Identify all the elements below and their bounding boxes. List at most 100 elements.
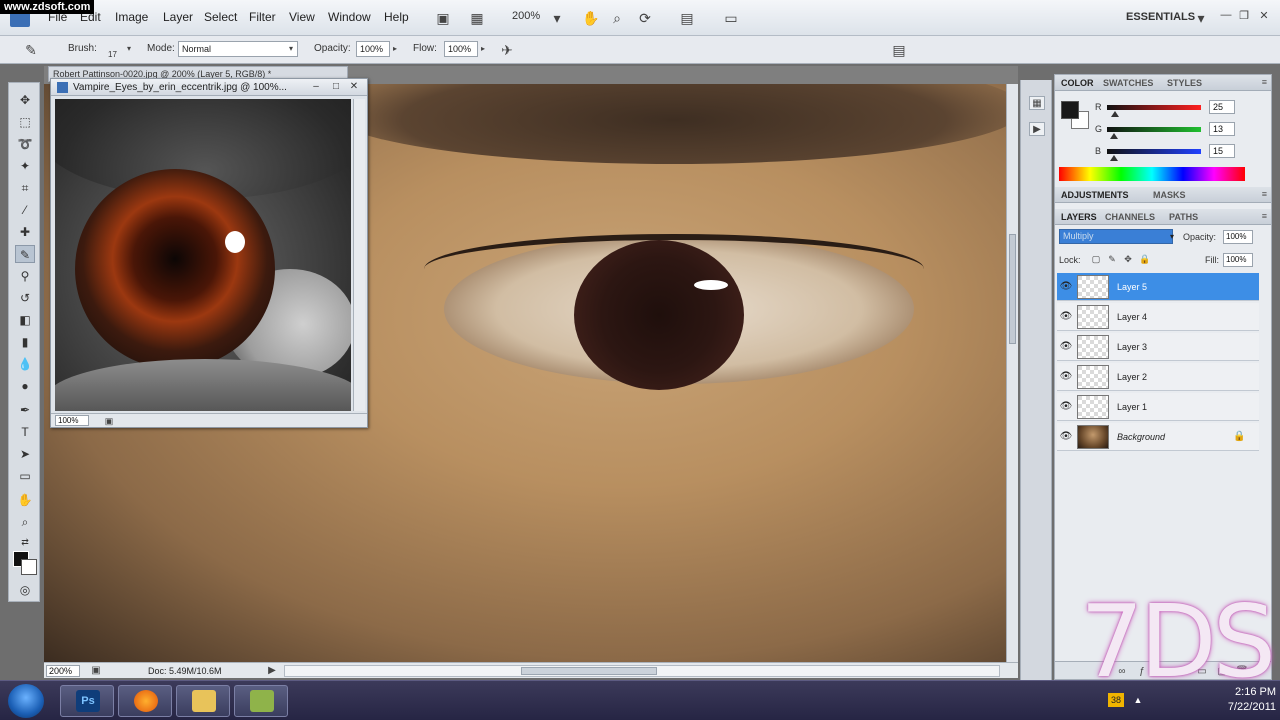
quick-mask-icon[interactable]: ◎: [15, 581, 35, 599]
document-size[interactable]: Doc: 5.49M/10.6M: [148, 666, 222, 676]
brush-picker-arrow-icon[interactable]: ▾: [124, 41, 134, 57]
maximize-icon[interactable]: □: [329, 80, 343, 94]
visibility-eye-icon[interactable]: 👁: [1059, 340, 1073, 354]
menu-select[interactable]: Select: [204, 10, 237, 24]
floating-vertical-scrollbar[interactable]: [353, 99, 365, 411]
path-selection-tool-icon[interactable]: ➤: [15, 445, 35, 463]
background-color-swatch[interactable]: [21, 559, 37, 575]
floating-document-window[interactable]: Vampire_Eyes_by_erin_eccentrik.jpg @ 100…: [50, 78, 368, 428]
taskbar-photoshop-button[interactable]: Ps: [60, 685, 114, 717]
visibility-eye-icon[interactable]: 👁: [1059, 430, 1073, 444]
close-icon[interactable]: ✕: [1256, 9, 1272, 23]
arrange-documents-icon[interactable]: ▤: [678, 9, 696, 27]
airbrush-icon[interactable]: ✈: [498, 41, 516, 59]
horizontal-scrollbar[interactable]: [284, 665, 1000, 677]
move-tool-icon[interactable]: ✥: [15, 91, 35, 109]
workspace-switcher[interactable]: ESSENTIALS: [1126, 11, 1195, 23]
menu-filter[interactable]: Filter: [249, 10, 276, 24]
minimize-icon[interactable]: –: [309, 80, 323, 94]
blend-mode-select[interactable]: Multiply: [1059, 229, 1173, 244]
system-clock[interactable]: 2:16 PM 7/22/2011: [1200, 685, 1276, 715]
type-tool-icon[interactable]: T: [15, 423, 35, 441]
tray-app-icon[interactable]: 38: [1108, 693, 1124, 707]
floating-status-icon[interactable]: ▣: [103, 412, 115, 426]
start-button[interactable]: [8, 684, 44, 718]
tab-masks[interactable]: MASKS: [1153, 190, 1186, 200]
brush-tool-icon[interactable]: ✎: [15, 245, 35, 263]
blend-mode-dropdown-icon[interactable]: ▾: [1167, 229, 1177, 244]
visibility-eye-icon[interactable]: 👁: [1059, 370, 1073, 384]
color-spectrum-ramp[interactable]: [1059, 167, 1245, 181]
opacity-slider-arrow-icon[interactable]: ▸: [390, 41, 400, 57]
red-slider-marker[interactable]: [1111, 111, 1119, 117]
zoom-dropdown-arrow-icon[interactable]: ▾: [548, 9, 566, 27]
green-channel-slider[interactable]: [1107, 127, 1201, 132]
floating-zoom-field[interactable]: 100%: [55, 415, 89, 426]
reference-eye-image[interactable]: [55, 99, 351, 411]
opacity-field[interactable]: 100%: [356, 41, 390, 57]
taskbar-firefox-button[interactable]: [118, 685, 172, 717]
vertical-scroll-thumb[interactable]: [1009, 234, 1016, 344]
workspace-dropdown-icon[interactable]: ▾: [1192, 9, 1210, 27]
blue-channel-slider[interactable]: [1107, 149, 1201, 154]
dodge-tool-icon[interactable]: ●: [15, 377, 35, 395]
tab-swatches[interactable]: SWATCHES: [1103, 78, 1153, 88]
bridge-icon[interactable]: ▣: [434, 9, 452, 27]
fill-field[interactable]: 100%: [1223, 253, 1253, 267]
blue-slider-marker[interactable]: [1110, 155, 1118, 161]
minimize-icon[interactable]: —: [1218, 9, 1234, 23]
red-channel-value[interactable]: 25: [1209, 100, 1235, 114]
eraser-tool-icon[interactable]: ◧: [15, 311, 35, 329]
horizontal-scroll-thumb[interactable]: [521, 667, 657, 675]
blur-tool-icon[interactable]: 💧: [15, 355, 35, 373]
layer-row[interactable]: 👁 Layer 4: [1057, 303, 1259, 331]
visibility-eye-icon[interactable]: 👁: [1059, 400, 1073, 414]
pen-tool-icon[interactable]: ✒: [15, 401, 35, 419]
panel-menu-icon[interactable]: ≡: [1262, 189, 1267, 199]
tab-color[interactable]: COLOR: [1061, 78, 1094, 88]
mode-select[interactable]: Normal: [178, 41, 298, 57]
menu-view[interactable]: View: [289, 10, 315, 24]
eyedropper-tool-icon[interactable]: ⁄: [15, 201, 35, 219]
quick-selection-tool-icon[interactable]: ✦: [15, 157, 35, 175]
panel-menu-icon[interactable]: ≡: [1262, 77, 1267, 87]
zoom-level-select[interactable]: 200%: [512, 10, 540, 22]
layer-row[interactable]: 👁 Background 🔒: [1057, 423, 1259, 451]
zoom-field[interactable]: 200%: [46, 665, 80, 677]
tab-channels[interactable]: CHANNELS: [1105, 212, 1155, 222]
zoom-tool-icon[interactable]: ⌕: [15, 513, 35, 531]
layer-row[interactable]: 👁 Layer 5: [1057, 273, 1259, 301]
lock-transparency-icon[interactable]: ▢: [1091, 254, 1101, 265]
shape-tool-icon[interactable]: ▭: [15, 467, 35, 485]
lock-position-icon[interactable]: ✥: [1123, 254, 1133, 265]
floating-document-titlebar[interactable]: Vampire_Eyes_by_erin_eccentrik.jpg @ 100…: [51, 79, 367, 96]
lock-pixels-icon[interactable]: ✎: [1107, 254, 1117, 265]
menu-window[interactable]: Window: [328, 10, 371, 24]
gradient-tool-icon[interactable]: ▮: [15, 333, 35, 351]
zoom-tool-icon[interactable]: ⌕: [608, 9, 626, 27]
red-channel-slider[interactable]: [1107, 105, 1201, 110]
taskbar-explorer-button[interactable]: [176, 685, 230, 717]
history-brush-tool-icon[interactable]: ↺: [15, 289, 35, 307]
crop-tool-icon[interactable]: ⌗: [15, 179, 35, 197]
hand-tool-icon[interactable]: ✋: [15, 491, 35, 509]
brush-panel-toggle-icon[interactable]: ▤: [890, 41, 908, 59]
brush-preset-icon[interactable]: ✎: [22, 41, 40, 59]
layer-row[interactable]: 👁 Layer 1: [1057, 393, 1259, 421]
lasso-tool-icon[interactable]: ➰: [15, 135, 35, 153]
healing-brush-tool-icon[interactable]: ✚: [15, 223, 35, 241]
blue-channel-value[interactable]: 15: [1209, 144, 1235, 158]
taskbar-app-button[interactable]: [234, 685, 288, 717]
layer-row[interactable]: 👁 Layer 3: [1057, 333, 1259, 361]
history-panel-icon[interactable]: ▦: [1029, 96, 1045, 110]
menu-help[interactable]: Help: [384, 10, 409, 24]
swap-colors-icon[interactable]: ⇄: [15, 533, 35, 551]
panel-menu-icon[interactable]: ≡: [1262, 211, 1267, 221]
actions-panel-icon[interactable]: ▶: [1029, 122, 1045, 136]
tab-paths[interactable]: PATHS: [1169, 212, 1198, 222]
tray-network-icon[interactable]: ▲: [1130, 693, 1146, 707]
color-panel-foreground-swatch[interactable]: [1061, 101, 1079, 119]
mode-dropdown-icon[interactable]: ▾: [286, 41, 296, 57]
close-icon[interactable]: ✕: [347, 80, 361, 94]
layer-opacity-field[interactable]: 100%: [1223, 230, 1253, 244]
